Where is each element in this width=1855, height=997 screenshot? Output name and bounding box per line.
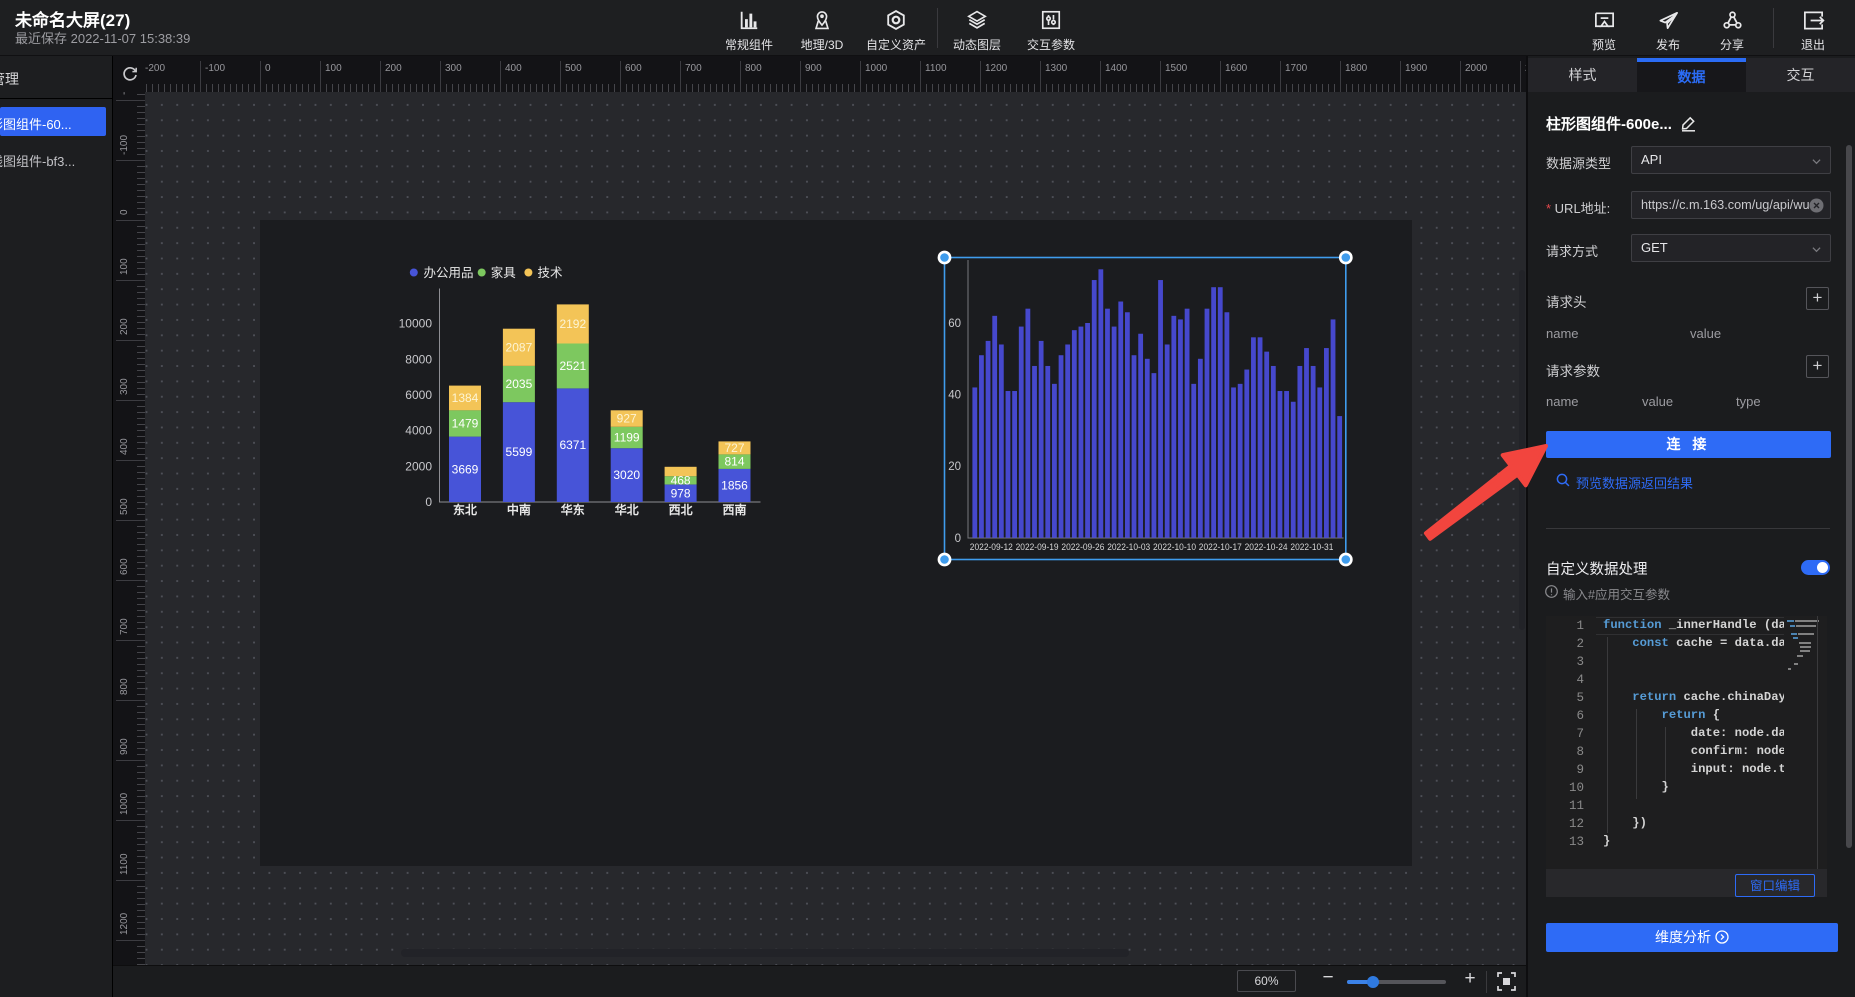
svg-text:2035: 2035 [506,377,533,391]
svg-text:2000: 2000 [405,459,432,473]
svg-text:978: 978 [671,486,691,500]
svg-text:4000: 4000 [405,423,432,437]
svg-text:2022-10-17: 2022-10-17 [1199,542,1242,552]
svg-text:2022-09-19: 2022-09-19 [1016,542,1059,552]
svg-text:华东: 华东 [561,502,585,517]
svg-text:927: 927 [617,411,637,425]
svg-text:60: 60 [948,318,961,330]
svg-text:40: 40 [948,389,961,401]
svg-text:西南: 西南 [722,502,746,517]
svg-text:1199: 1199 [614,430,640,444]
svg-text:中南: 中南 [507,502,531,517]
svg-text:2022-10-24: 2022-10-24 [1245,542,1288,552]
svg-text:2022-09-26: 2022-09-26 [1061,542,1104,552]
svg-text:1479: 1479 [452,416,479,430]
svg-text:2022-10-31: 2022-10-31 [1290,542,1333,552]
svg-text:6000: 6000 [405,388,432,402]
svg-text:10000: 10000 [399,316,433,330]
svg-text:8000: 8000 [405,352,432,366]
svg-text:西北: 西北 [669,502,693,517]
svg-text:2022-09-12: 2022-09-12 [970,542,1013,552]
svg-text:2192: 2192 [559,317,586,331]
svg-text:2022-10-10: 2022-10-10 [1153,542,1196,552]
svg-text:技术: 技术 [538,266,564,280]
svg-text:华北: 华北 [615,502,639,517]
svg-text:727: 727 [724,440,744,454]
svg-text:办公用品: 办公用品 [424,265,474,280]
svg-text:东北: 东北 [453,502,477,517]
svg-text:5599: 5599 [506,445,533,459]
svg-text:20: 20 [948,461,961,473]
svg-text:家具: 家具 [491,265,517,280]
svg-text:2022-10-03: 2022-10-03 [1107,542,1150,552]
svg-text:0: 0 [425,495,432,509]
svg-text:1856: 1856 [721,478,748,492]
svg-text:1384: 1384 [452,390,479,404]
svg-text:814: 814 [724,454,744,468]
svg-text:0: 0 [955,532,961,544]
svg-text:2087: 2087 [506,340,533,354]
svg-text:3020: 3020 [613,468,640,482]
svg-text:2521: 2521 [559,359,586,373]
svg-text:6371: 6371 [559,438,586,452]
svg-text:3669: 3669 [452,462,479,476]
svg-text:468: 468 [671,473,691,487]
